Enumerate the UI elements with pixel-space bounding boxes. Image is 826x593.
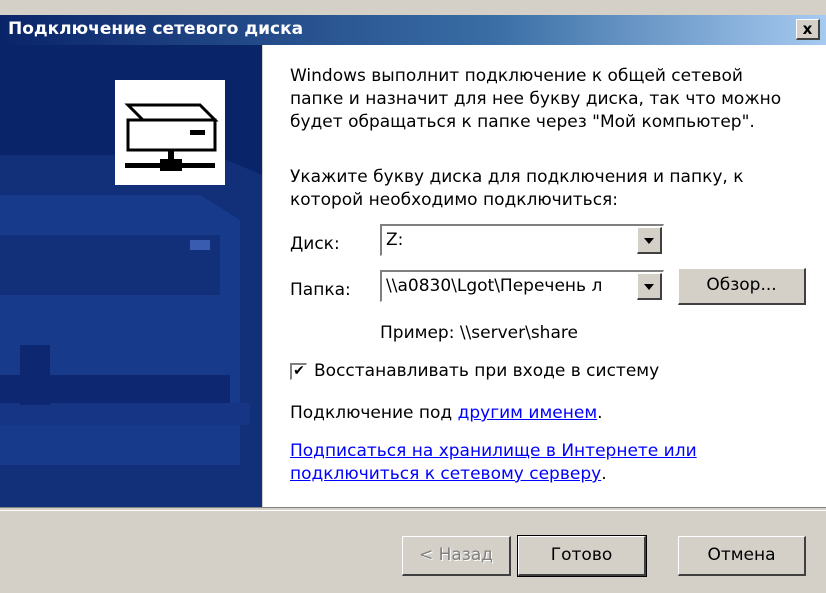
disk-value: Z:	[386, 230, 404, 250]
intro-text-line2: папке и назначит для нее букву диска, та…	[290, 89, 782, 109]
map-network-drive-dialog: Подключение сетевого диска x Windows вып…	[0, 0, 826, 593]
intro-text-line1: Windows выполнит подключение к общей сет…	[290, 66, 743, 86]
reconnect-label[interactable]: Восстанавливать при входе в систему	[314, 360, 659, 383]
network-drive-illustration	[0, 45, 262, 507]
footer-separator	[0, 507, 826, 511]
intro-text-line3: будет обращаться к папке через "Мой комп…	[290, 112, 755, 132]
chevron-down-icon[interactable]	[637, 227, 662, 254]
instruction-text-line1: Укажите букву диска для подключения и па…	[290, 167, 744, 187]
signup-link-line2[interactable]: подключиться к сетевому серверу	[290, 464, 601, 484]
dialog-title: Подключение сетевого диска	[8, 19, 304, 39]
different-user-link[interactable]: другим именем	[458, 403, 598, 423]
close-icon: x	[802, 20, 813, 38]
reconnect-checkbox[interactable]: ✔	[290, 363, 307, 380]
finish-button-label: Готово	[550, 545, 613, 565]
title-bar[interactable]: Подключение сетевого диска x	[0, 15, 826, 45]
signup-link-line1-wrapper: Подписаться на хранилище в Интернете или	[290, 440, 697, 463]
folder-label: Папка:	[290, 280, 351, 300]
folder-combobox[interactable]: \\a0830\Lgot\Перечень л	[380, 270, 664, 302]
connect-as-suffix: .	[597, 403, 603, 423]
connect-as-prefix: Подключение под	[290, 403, 458, 423]
signup-suffix: .	[601, 464, 607, 484]
connect-as-text: Подключение под другим именем.	[290, 402, 603, 425]
disk-label: Диск:	[290, 234, 340, 254]
cancel-button[interactable]: Отмена	[678, 536, 806, 576]
example-text: Пример: \\server\share	[380, 323, 578, 343]
browse-button-label: Обзор...	[706, 275, 777, 295]
signup-link-line1[interactable]: Подписаться на хранилище в Интернете или	[290, 441, 697, 461]
chevron-down-icon[interactable]	[637, 273, 662, 300]
wizard-side-panel	[0, 45, 262, 507]
instruction-text-line2: которой необходимо подключиться:	[290, 190, 618, 210]
folder-value: \\a0830\Lgot\Перечень л	[386, 276, 603, 296]
finish-button[interactable]: Готово	[517, 535, 647, 577]
browse-button[interactable]: Обзор...	[678, 268, 806, 305]
signup-link-line2-wrapper: подключиться к сетевому серверу.	[290, 463, 607, 486]
back-button[interactable]: < Назад	[402, 536, 511, 576]
disk-combobox[interactable]: Z:	[380, 224, 664, 256]
cancel-button-label: Отмена	[707, 545, 776, 565]
close-button[interactable]: x	[796, 19, 820, 40]
back-button-label: < Назад	[418, 545, 494, 565]
